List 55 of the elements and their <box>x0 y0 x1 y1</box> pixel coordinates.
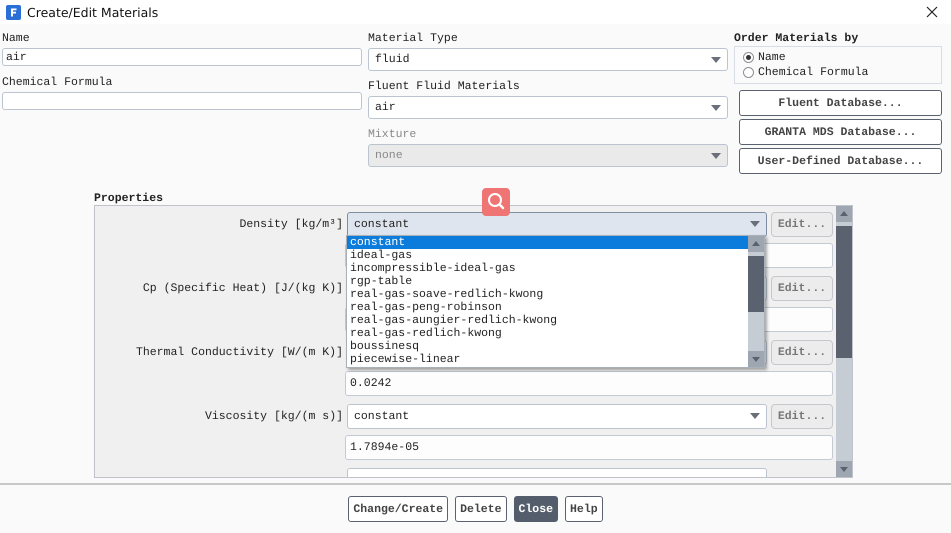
dropdown-option[interactable]: rgp-table <box>347 275 748 288</box>
radio-label[interactable]: Chemical Formula <box>758 66 868 79</box>
property-label: Viscosity [kg/(m s)] <box>204 410 343 422</box>
dropdown-field[interactable]: fluid <box>368 48 728 71</box>
dropdown-option[interactable]: real-gas-soave-redlich-kwong <box>347 288 748 301</box>
dropdown-option[interactable]: incompressible-ideal-gas <box>347 262 748 275</box>
dialog-button[interactable]: Delete <box>455 496 506 522</box>
field-label: Fluent Fluid Materials <box>368 80 521 94</box>
scrollbar[interactable] <box>748 236 764 367</box>
window-title: Create/Edit Materials <box>27 4 160 20</box>
dialog-button[interactable]: Close <box>514 496 558 522</box>
dropdown-option[interactable]: constant <box>347 236 748 249</box>
field-label: Material Type <box>368 32 459 46</box>
scrollbar[interactable] <box>836 206 852 477</box>
value-field[interactable]: 0.0242 <box>345 371 833 396</box>
dialog-button[interactable]: Change/Create <box>348 496 448 522</box>
dropdown-field[interactable]: constant <box>347 212 767 236</box>
field-label: Name <box>2 32 31 46</box>
caret-icon <box>711 56 721 62</box>
dropdown-option[interactable]: ideal-gas <box>347 249 748 262</box>
app-icon <box>6 4 21 20</box>
input-field[interactable]: air <box>2 48 362 66</box>
edit-button[interactable]: Edit... <box>771 340 833 364</box>
caret-icon <box>750 221 760 227</box>
edit-button[interactable]: Edit... <box>771 276 833 300</box>
caret-icon <box>711 152 721 158</box>
edit-button[interactable]: Edit... <box>771 212 833 236</box>
radio-button[interactable] <box>743 52 754 63</box>
field-label: Mixture <box>368 128 418 142</box>
dropdown-field[interactable]: air <box>368 96 728 119</box>
value-field[interactable]: 1.7894e-05 <box>345 435 833 460</box>
database-button[interactable]: Fluent Database... <box>739 90 942 116</box>
dialog-button[interactable]: Help <box>565 496 603 522</box>
close-icon[interactable] <box>925 5 939 19</box>
caret-icon <box>750 413 760 419</box>
dropdown-field[interactable]: constant <box>347 404 767 428</box>
section-title: Properties <box>94 192 164 205</box>
radio-label[interactable]: Name <box>758 51 786 64</box>
input-field[interactable] <box>2 92 362 110</box>
dropdown-option[interactable]: boussinesq <box>347 340 748 353</box>
dropdown-option[interactable]: real-gas-peng-robinson <box>347 301 748 314</box>
property-label: Cp (Specific Heat) [J/(kg K)] <box>142 282 343 294</box>
property-label: Thermal Conductivity [W/(m K)] <box>134 346 343 358</box>
caret-icon <box>711 104 721 110</box>
dropdown-option[interactable]: real-gas-aungier-redlich-kwong <box>347 314 748 327</box>
search-icon[interactable] <box>482 188 510 216</box>
field-label: Chemical Formula <box>2 76 114 90</box>
property-label: Density [kg/m³] <box>238 218 343 230</box>
dropdown-option[interactable]: piecewise-linear <box>347 353 748 366</box>
database-button[interactable]: User-Defined Database... <box>739 148 942 174</box>
dropdown-option[interactable]: real-gas-redlich-kwong <box>347 327 748 340</box>
radio-button[interactable] <box>743 67 754 78</box>
group-label: Order Materials by <box>734 32 860 46</box>
edit-button[interactable]: Edit... <box>771 404 833 428</box>
database-button[interactable]: GRANTA MDS Database... <box>739 119 942 145</box>
